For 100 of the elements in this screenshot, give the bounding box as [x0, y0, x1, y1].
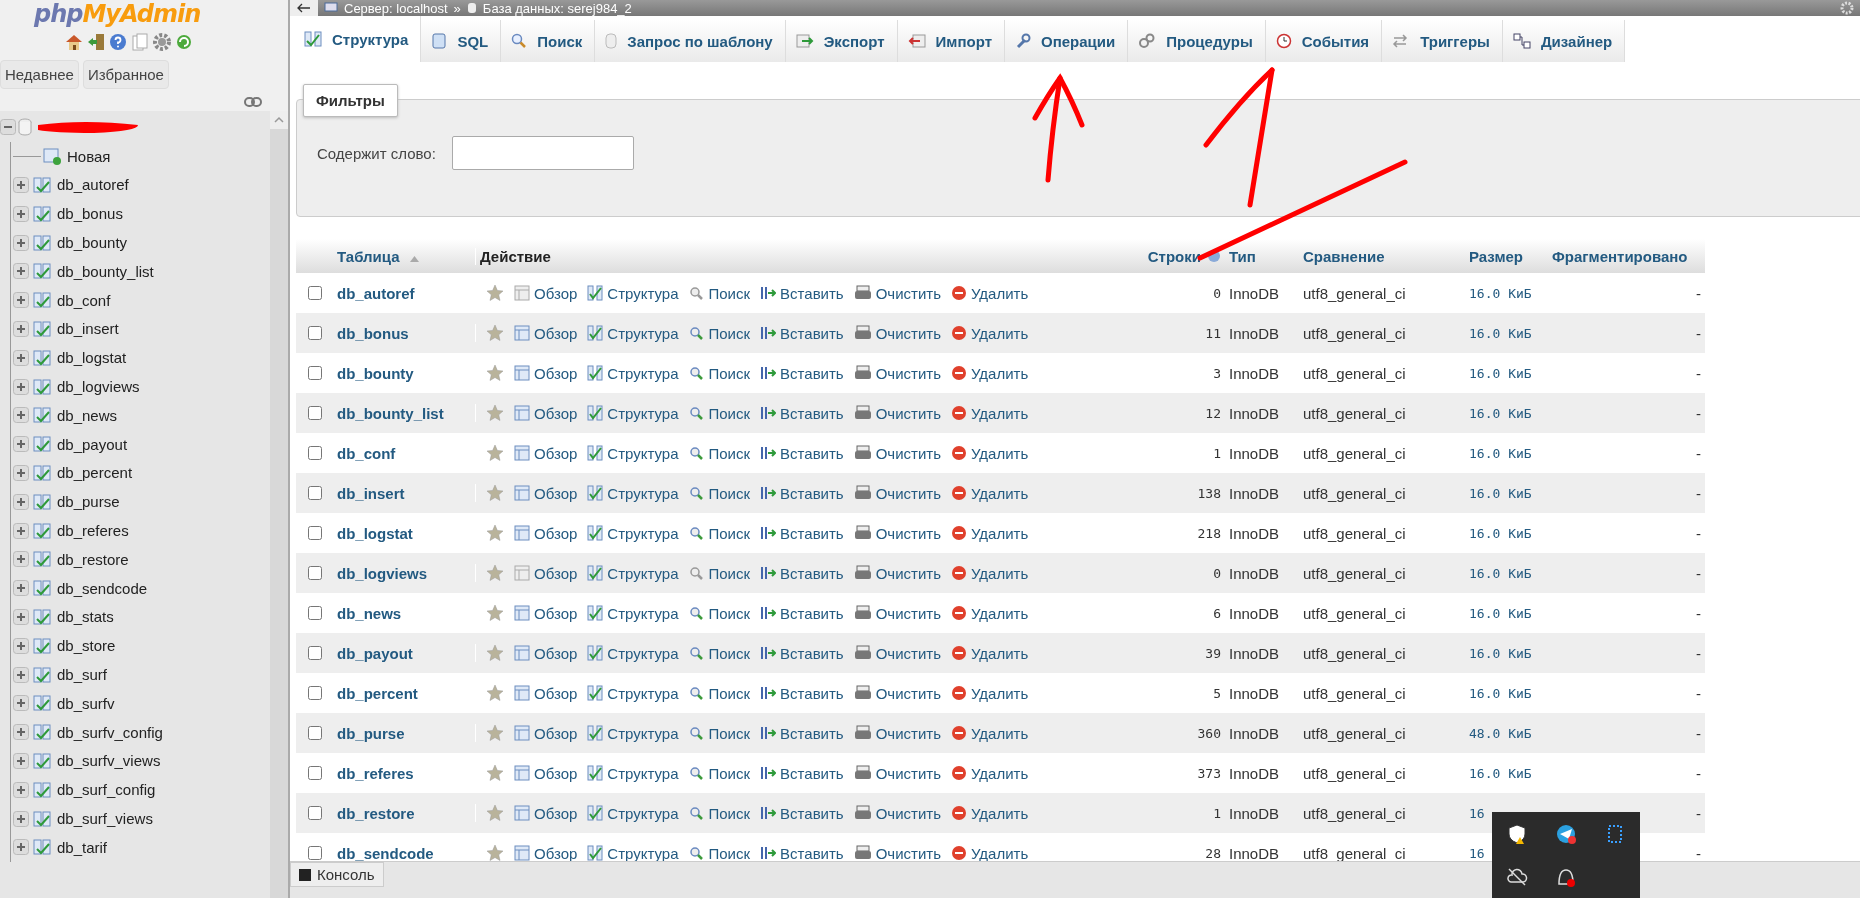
- row-checkbox[interactable]: [307, 406, 322, 420]
- action-link[interactable]: Удалить: [950, 404, 1029, 422]
- collapse-toggle[interactable]: [0, 119, 16, 136]
- star-icon[interactable]: [486, 844, 504, 861]
- star-icon[interactable]: [486, 804, 504, 822]
- sidebar-tab-button[interactable]: Избранное: [82, 60, 169, 89]
- tree-item[interactable]: db_sendcode: [57, 579, 148, 597]
- nav-tab[interactable]: Операции: [1005, 20, 1129, 62]
- row-checkbox[interactable]: [307, 726, 322, 740]
- expand-toggle[interactable]: [13, 320, 29, 337]
- expand-toggle[interactable]: [13, 407, 29, 424]
- expand-toggle[interactable]: [13, 551, 29, 568]
- action-link[interactable]: Структура: [587, 404, 679, 422]
- tree-item[interactable]: db_bonus: [57, 205, 123, 223]
- expand-toggle[interactable]: [13, 349, 29, 366]
- scroll-up-icon[interactable]: [270, 111, 288, 129]
- star-icon[interactable]: [486, 604, 504, 622]
- action-link[interactable]: Очистить: [853, 724, 941, 742]
- action-link[interactable]: Структура: [587, 484, 679, 502]
- action-link[interactable]: Очистить: [853, 844, 941, 861]
- star-icon[interactable]: [486, 524, 504, 542]
- action-link[interactable]: Очистить: [853, 684, 941, 702]
- tree-item[interactable]: db_restore: [57, 550, 129, 568]
- table-name-link[interactable]: db_restore: [333, 804, 475, 822]
- table-name-link[interactable]: db_conf: [333, 444, 475, 462]
- action-link[interactable]: Очистить: [853, 444, 941, 462]
- row-checkbox[interactable]: [307, 366, 322, 380]
- column-header[interactable]: Фрагментировано: [1548, 247, 1705, 265]
- tree-item[interactable]: db_surfv_views: [57, 752, 161, 770]
- action-link[interactable]: Обзор: [514, 484, 578, 502]
- action-link[interactable]: Вставить: [760, 484, 844, 502]
- help-icon[interactable]: [108, 32, 128, 52]
- action-link[interactable]: Поиск: [688, 604, 751, 622]
- tree-item[interactable]: db_bounty: [57, 234, 128, 252]
- star-icon[interactable]: [486, 564, 504, 582]
- action-link[interactable]: Удалить: [950, 604, 1029, 622]
- action-link[interactable]: Структура: [587, 724, 679, 742]
- nav-tab[interactable]: Импорт: [897, 20, 1005, 62]
- expand-toggle[interactable]: [13, 839, 29, 856]
- star-icon[interactable]: [486, 484, 504, 502]
- star-icon[interactable]: [486, 724, 504, 742]
- action-link[interactable]: Обзор: [514, 764, 578, 782]
- tree-item[interactable]: db_conf: [57, 291, 111, 309]
- tree-item[interactable]: db_percent: [57, 464, 133, 482]
- nav-tab[interactable]: Запрос по шаблону: [595, 20, 786, 62]
- action-link[interactable]: Очистить: [853, 284, 941, 302]
- table-name-link[interactable]: db_insert: [333, 484, 475, 502]
- action-link[interactable]: Структура: [587, 444, 679, 462]
- action-link[interactable]: Поиск: [688, 444, 751, 462]
- breadcrumb-link[interactable]: Сервер: localhost: [344, 0, 448, 16]
- nav-tab[interactable]: События: [1265, 20, 1383, 62]
- tree-item[interactable]: db_surf_config: [57, 781, 156, 799]
- expand-toggle[interactable]: [13, 810, 29, 827]
- action-link[interactable]: Удалить: [950, 324, 1029, 342]
- tree-item[interactable]: db_store: [57, 637, 116, 655]
- table-name-link[interactable]: db_referes: [333, 764, 475, 782]
- row-checkbox[interactable]: [307, 806, 322, 820]
- action-link[interactable]: Обзор: [514, 284, 578, 302]
- action-link[interactable]: Очистить: [853, 604, 941, 622]
- column-header[interactable]: Сравнение: [1299, 247, 1453, 265]
- row-checkbox[interactable]: [307, 566, 322, 580]
- nav-tab[interactable]: SQL: [421, 20, 502, 62]
- table-name-link[interactable]: db_percent: [333, 684, 475, 702]
- action-link[interactable]: Вставить: [760, 404, 844, 422]
- action-link[interactable]: Обзор: [514, 364, 578, 382]
- action-link[interactable]: Вставить: [760, 764, 844, 782]
- action-link[interactable]: Удалить: [950, 684, 1029, 702]
- sidebar-tab-button[interactable]: Недавнее: [0, 60, 79, 89]
- action-link[interactable]: Поиск: [688, 644, 751, 662]
- action-link[interactable]: Очистить: [853, 524, 941, 542]
- action-link[interactable]: Удалить: [950, 484, 1029, 502]
- action-link[interactable]: Очистить: [853, 804, 941, 822]
- breadcrumb-link[interactable]: База данных: serej984_2: [482, 0, 632, 16]
- action-link[interactable]: Обзор: [514, 684, 578, 702]
- action-link[interactable]: Структура: [587, 524, 679, 542]
- action-link[interactable]: Вставить: [760, 604, 844, 622]
- star-icon[interactable]: [486, 364, 504, 382]
- action-link[interactable]: Очистить: [853, 364, 941, 382]
- nav-tab[interactable]: Процедуры: [1128, 20, 1266, 62]
- action-link[interactable]: Поиск: [688, 364, 751, 382]
- tree-item[interactable]: db_purse: [57, 493, 120, 511]
- action-link[interactable]: Вставить: [760, 564, 844, 582]
- row-checkbox[interactable]: [307, 766, 322, 780]
- link-icon[interactable]: [244, 97, 262, 107]
- tree-item[interactable]: db_bounty_list: [57, 262, 154, 280]
- table-name-link[interactable]: db_purse: [333, 724, 475, 742]
- action-link[interactable]: Вставить: [760, 524, 844, 542]
- expand-toggle[interactable]: [13, 752, 29, 769]
- action-link[interactable]: Обзор: [514, 644, 578, 662]
- tree-item[interactable]: db_surf: [57, 666, 108, 684]
- action-link[interactable]: Удалить: [950, 844, 1029, 861]
- action-link[interactable]: Структура: [587, 844, 679, 861]
- tree-item[interactable]: db_insert: [57, 320, 119, 338]
- action-link[interactable]: Очистить: [853, 564, 941, 582]
- tree-item[interactable]: db_payout: [57, 435, 128, 453]
- star-icon[interactable]: [486, 324, 504, 342]
- expand-toggle[interactable]: [13, 580, 29, 597]
- action-link[interactable]: Поиск: [688, 804, 751, 822]
- table-name-link[interactable]: db_sendcode: [333, 844, 475, 861]
- table-name-link[interactable]: db_autoref: [333, 284, 475, 302]
